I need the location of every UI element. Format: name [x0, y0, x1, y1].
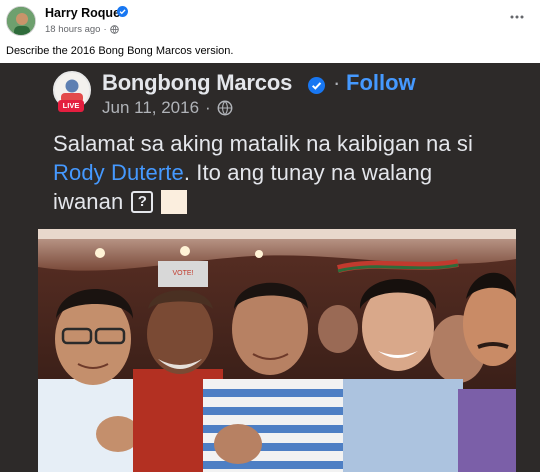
unknown-emoji-box: ? [131, 191, 154, 213]
post-meta: 18 hours ago · [45, 23, 119, 35]
shared-author-name: Bongbong Marcos [102, 70, 293, 95]
shared-text-line-2-rest: . Ito ang tunay na walang [183, 160, 433, 185]
author-avatar[interactable] [6, 6, 36, 36]
post-timestamp[interactable]: 18 hours ago [45, 24, 100, 35]
shared-text-line-2: Rody Duterte. Ito ang tunay na walang [53, 160, 523, 186]
blank-emoji-box [161, 190, 188, 214]
author-name[interactable]: Harry Roque [45, 6, 120, 20]
follow-link: Follow [346, 70, 416, 95]
mention-link: Rody Duterte [53, 160, 184, 185]
more-options-button[interactable] [508, 8, 526, 26]
verified-badge-icon [308, 77, 325, 94]
post-header: Harry Roque 18 hours ago · [0, 0, 540, 40]
post-caption: Describe the 2016 Bong Bong Marcos versi… [6, 45, 234, 57]
author-follow-separator: · [333, 70, 341, 95]
shared-post-screenshot: LIVE Bongbong Marcos · Follow Jun 11, 20… [0, 63, 540, 472]
globe-icon [217, 100, 233, 116]
meta-separator: · [103, 23, 107, 35]
group-photo: VOTE! [38, 229, 516, 472]
date-separator: · [205, 98, 211, 117]
shared-text-line-3: iwanan ? [53, 189, 523, 215]
live-badge: LIVE [58, 100, 84, 112]
globe-icon [109, 24, 119, 34]
shared-post-date: Jun 11, 2016 [102, 98, 200, 117]
shared-text-line-3-text: iwanan [53, 189, 124, 214]
facebook-post: Harry Roque 18 hours ago · Describe the … [0, 0, 540, 472]
verified-badge-icon [117, 6, 128, 17]
ellipsis-icon [510, 15, 524, 19]
shared-post-meta: Jun 11, 2016 · [102, 98, 233, 118]
photo-sign-text: VOTE! [172, 270, 193, 277]
shared-text-line-1: Salamat sa aking matalik na kaibigan na … [53, 131, 473, 156]
